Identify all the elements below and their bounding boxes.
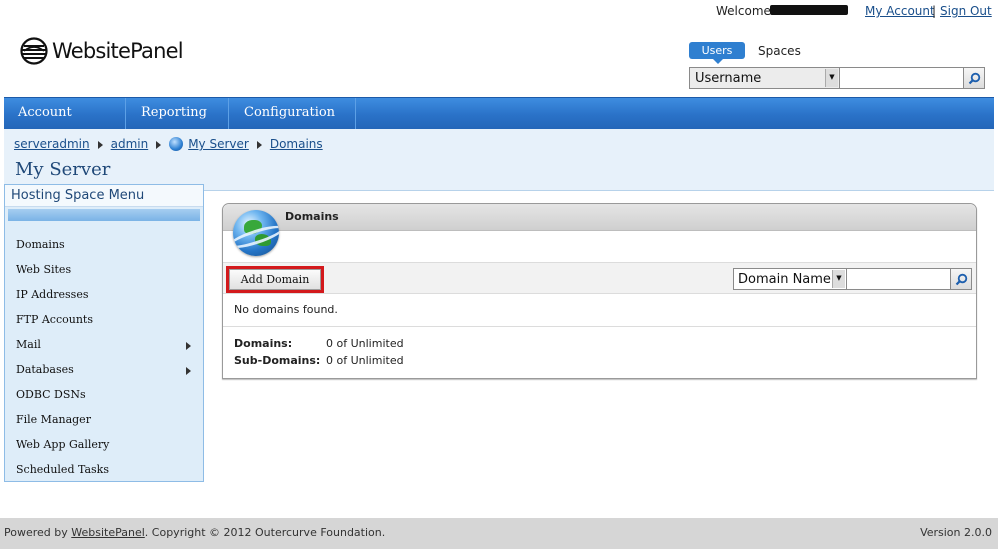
footer-powered-by: Powered by [4,526,68,539]
filter-input[interactable] [847,268,951,290]
server-globe-icon [169,137,184,151]
nav-reporting[interactable]: Reporting [127,98,229,145]
stat-label: Domains: [234,337,293,350]
my-account-link[interactable]: My Account [865,4,935,18]
sidebar-item-label: Scheduled Tasks [16,463,109,476]
breadcrumb-arrow-icon [97,141,103,149]
search-input[interactable] [840,67,964,89]
page-title: My Server [15,159,111,180]
footer-websitepanel-link[interactable]: WebsitePanel [71,526,145,539]
sidebar-item-odbc-dsns[interactable]: ODBC DSNs [5,386,203,411]
main-nav: Account Home Reporting Configuration [4,97,994,150]
sidebar-item-label: FTP Accounts [16,313,93,326]
empty-message: No domains found. [234,303,338,316]
breadcrumb-serveradmin[interactable]: serveradmin [14,137,90,151]
sidebar-item-scheduled-tasks[interactable]: Scheduled Tasks [5,461,203,486]
sidebar-item-domains[interactable]: Domains [5,236,203,261]
sidebar-item-label: Mail [16,338,41,351]
tab-users[interactable]: Users [689,42,745,64]
footer-version: Version 2.0.0 [920,526,992,539]
tab-caret-icon [713,59,723,64]
sidebar-item-file-manager[interactable]: File Manager [5,411,203,436]
sidebar-item-ip-addresses[interactable]: IP Addresses [5,286,203,311]
redacted-username [770,5,848,15]
search-icon [968,72,980,84]
filter-search-button[interactable] [951,268,972,290]
logo-text: WebsitePanel [52,39,184,63]
breadcrumb-my-server[interactable]: My Server [188,137,249,151]
sidebar-item-mail[interactable]: Mail [5,336,203,361]
add-domain-button[interactable]: Add Domain [229,269,321,290]
search-icon [955,273,967,285]
logo[interactable]: WebsitePanel [20,37,184,65]
quota-stats: Domains: 0 of Unlimited Sub-Domains: 0 o… [223,326,976,371]
sidebar-item-web-app-gallery[interactable]: Web App Gallery [5,436,203,461]
sidebar-item-label: Web Sites [16,263,72,276]
logo-icon [20,37,48,65]
top-separator: | [932,4,937,18]
top-bar: Welcome My Account | Sign Out [0,0,998,22]
panel-toolbar: Add Domain Domain Name ▼ [223,262,976,294]
domains-globe-icon [233,210,279,256]
footer-copyright-text: . Copyright © 2012 Outercurve Foundation… [144,526,386,539]
tab-users-label: Users [701,44,733,57]
breadcrumb-band: serveradmin admin My Server Domains My S… [4,129,994,191]
footer: Powered by WebsitePanel. Copyright © 201… [0,518,998,549]
breadcrumb-arrow-icon [156,141,162,149]
search-tabs: Users Spaces [689,42,985,64]
sidebar-title: Hosting Space Menu [5,185,203,207]
sidebar-divider [8,209,200,221]
sidebar-item-web-sites[interactable]: Web Sites [5,261,203,286]
domain-filter: Domain Name ▼ [733,268,972,290]
stat-row-sub-domains: Sub-Domains: 0 of Unlimited [234,354,976,371]
domains-panel: Domains Add Domain Domain Name ▼ No doma… [222,203,977,379]
stat-label: Sub-Domains: [234,354,321,367]
nav-configuration[interactable]: Configuration [230,98,356,145]
sidebar-item-label: Web App Gallery [16,438,110,451]
search-field-select[interactable]: Username ▼ [689,67,840,89]
submenu-arrow-icon [186,367,191,375]
sidebar-item-label: ODBC DSNs [16,388,86,401]
chevron-down-icon: ▼ [832,270,845,288]
filter-field-value: Domain Name [738,272,831,287]
footer-copyright: Powered by WebsitePanel. Copyright © 201… [4,526,385,539]
sidebar-item-label: Domains [16,238,65,251]
nav-configuration-label: Configuration [244,105,336,120]
submenu-arrow-icon [186,342,191,350]
stat-value: 0 of Unlimited [326,354,404,367]
add-domain-highlight: Add Domain [226,266,324,293]
breadcrumb-arrow-icon [256,141,262,149]
tab-spaces[interactable]: Spaces [758,44,801,58]
breadcrumb: serveradmin admin My Server Domains [14,137,323,151]
sign-out-link[interactable]: Sign Out [940,4,992,18]
hosting-space-menu: Hosting Space Menu Domains Web Sites IP … [4,184,204,482]
sidebar-item-ftp-accounts[interactable]: FTP Accounts [5,311,203,336]
welcome-text: Welcome [716,4,771,18]
search-field-value: Username [695,71,762,86]
filter-field-select[interactable]: Domain Name ▼ [733,268,847,290]
stat-value: 0 of Unlimited [326,337,404,350]
breadcrumb-domains[interactable]: Domains [270,137,323,151]
sidebar-item-label: IP Addresses [16,288,89,301]
panel-title: Domains [285,210,339,223]
nav-account-home[interactable]: Account Home [4,98,126,150]
nav-reporting-label: Reporting [141,105,207,120]
sidebar-item-databases[interactable]: Databases [5,361,203,386]
stat-row-domains: Domains: 0 of Unlimited [234,337,976,354]
chevron-down-icon: ▼ [825,69,838,87]
search-button[interactable] [964,67,985,89]
user-search: Users Spaces Username ▼ [689,42,985,89]
sidebar-item-label: Databases [16,363,74,376]
breadcrumb-admin[interactable]: admin [111,137,149,151]
sidebar-item-label: File Manager [16,413,91,426]
